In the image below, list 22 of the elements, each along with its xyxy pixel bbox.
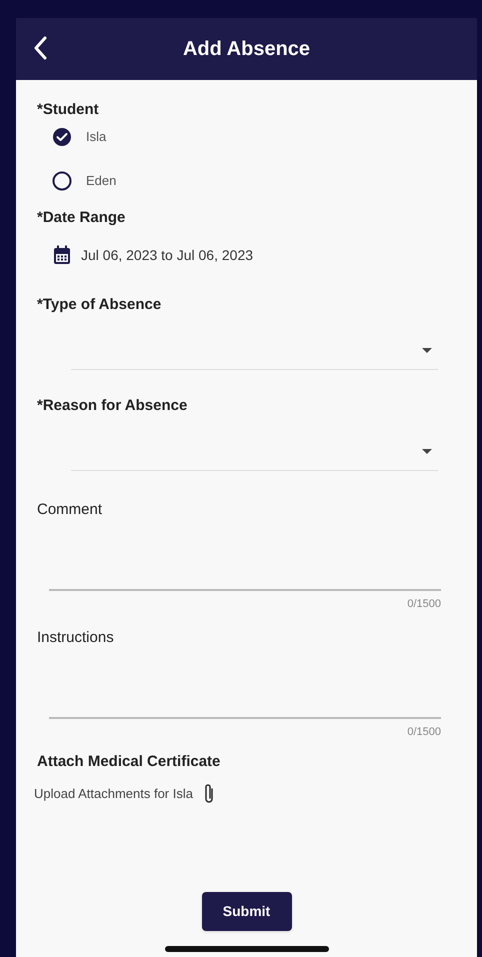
screen-title: Add Absence xyxy=(182,37,310,62)
date-range-field[interactable]: Jul 06, 2023 to Jul 06, 2023 xyxy=(81,246,254,264)
field-label: *Reason for Absence xyxy=(37,397,188,415)
checked-circle-icon[interactable] xyxy=(52,127,72,147)
field-label: *Type of Absence xyxy=(37,296,162,314)
upload-attachments-link[interactable]: Upload Attachments for Isla xyxy=(34,785,193,803)
character-counter: 0/1500 xyxy=(407,597,441,611)
dropdown-caret-icon xyxy=(422,348,432,353)
paperclip-icon[interactable] xyxy=(202,783,215,805)
back-icon xyxy=(33,36,47,60)
student-name: Eden xyxy=(86,172,116,190)
dropdown-caret-icon xyxy=(422,449,432,454)
field-label: Instructions xyxy=(37,629,114,647)
field-label: Comment xyxy=(37,501,102,519)
student-name: Isla xyxy=(86,128,106,146)
section-label: Attach Medical Certificate xyxy=(37,753,220,771)
field-label: *Student xyxy=(37,101,99,119)
field-label: *Date Range xyxy=(37,209,126,227)
character-counter: 0/1500 xyxy=(407,725,441,739)
submit-button[interactable]: Submit xyxy=(202,892,292,931)
radio-button[interactable] xyxy=(52,171,72,191)
calendar-icon xyxy=(53,245,71,265)
